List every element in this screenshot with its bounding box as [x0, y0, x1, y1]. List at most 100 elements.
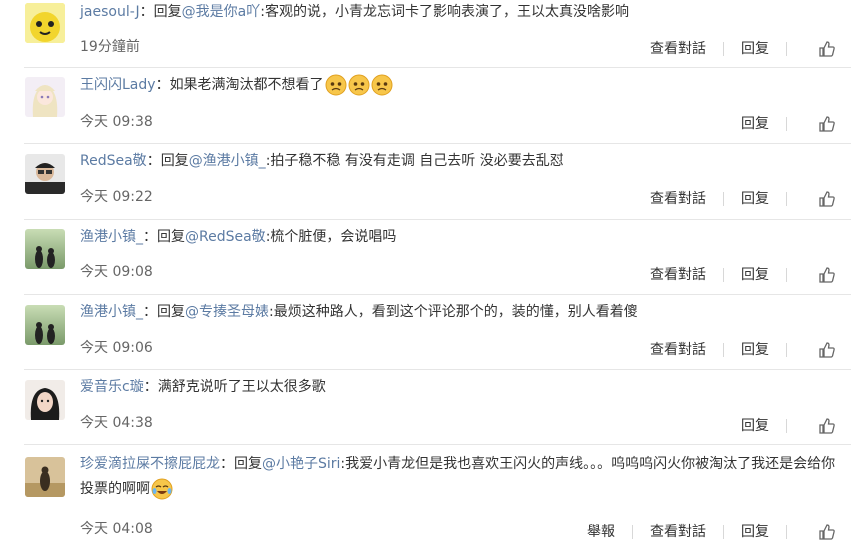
comment-username[interactable]: 渔港小镇_ [80, 304, 143, 320]
avatar[interactable] [25, 305, 65, 345]
comment-body: :客观的说，小青龙忘词卡了影响表演了，王以太真没啥影响 [260, 4, 629, 20]
comment-username[interactable]: 爱音乐c璇 [80, 379, 144, 395]
reply-word: 回复 [160, 153, 189, 169]
avatar[interactable] [25, 77, 65, 117]
comment-username[interactable]: 王闪闪Lady [80, 77, 156, 93]
reply-button[interactable]: 回复 [741, 265, 769, 285]
mention-link[interactable]: @我是你a吖 [182, 4, 261, 20]
reply-word: 回复 [157, 304, 185, 320]
divider [24, 444, 851, 445]
thumbs-up-icon[interactable] [818, 417, 836, 435]
divider [723, 42, 724, 56]
colon: ： [155, 77, 170, 93]
comment-text: 渔港小镇_：回复@专揍圣母婊:最烦这种路人，看到这个评论那个的，装的懂，别人看着… [80, 300, 850, 325]
colon: ： [143, 379, 158, 395]
thumbs-up-icon[interactable] [818, 341, 836, 359]
avatar[interactable] [25, 3, 65, 43]
thumbs-up-icon[interactable] [818, 523, 836, 541]
comment-item: 爱音乐c璇：满舒克说听了王以太很多歌 今天 04:38 回复 [0, 369, 865, 444]
divider [786, 343, 787, 357]
divider [24, 67, 851, 68]
reply-button[interactable]: 回复 [741, 189, 769, 209]
comment-actions: 回复 [741, 113, 836, 135]
comment-username[interactable]: 渔港小镇_ [80, 229, 143, 245]
mention-link[interactable]: @专揍圣母婊 [185, 304, 269, 320]
thumbs-up-icon[interactable] [818, 266, 836, 284]
colon: ： [220, 456, 234, 472]
mention-link[interactable]: @小艳子Siri [262, 456, 340, 472]
comment-time: 今天 09:08 [80, 264, 153, 280]
comment-body: :梳个脏便，会说唱吗 [265, 229, 397, 245]
comment-text: RedSea敬：回复@渔港小镇_:拍子稳不稳 有没有走调 自己去听 没必要去乱怼 [80, 149, 850, 174]
divider [786, 525, 787, 539]
crying-laughing-emoji [151, 478, 173, 500]
divider [723, 525, 724, 539]
thumbs-up-icon[interactable] [818, 115, 836, 133]
comment-item: jaesoul-J：回复@我是你a吖:客观的说，小青龙忘词卡了影响表演了，王以太… [0, 0, 865, 67]
comment-username[interactable]: 珍爱滴拉屎不擦屁屁龙 [80, 456, 220, 472]
comment-time: 今天 09:22 [80, 189, 153, 205]
colon: ： [143, 229, 157, 245]
avatar[interactable] [25, 229, 65, 269]
divider [723, 268, 724, 282]
reply-button[interactable]: 回复 [741, 39, 769, 59]
comment-list: jaesoul-J：回复@我是你a吖:客观的说，小青龙忘词卡了影响表演了，王以太… [0, 0, 865, 541]
comment-item: 渔港小镇_：回复@专揍圣母婊:最烦这种路人，看到这个评论那个的，装的懂，别人看着… [0, 294, 865, 369]
divider [786, 117, 787, 131]
thumbs-up-icon[interactable] [818, 190, 836, 208]
comment-item: RedSea敬：回复@渔港小镇_:拍子稳不稳 有没有走调 自己去听 没必要去乱怼… [0, 143, 865, 219]
view-conversation-button[interactable]: 查看對話 [650, 39, 706, 59]
comment-time: 今天 04:08 [80, 521, 153, 537]
sad-face-emoji [325, 74, 347, 96]
comment-username[interactable]: RedSea敬 [80, 153, 147, 169]
avatar[interactable] [25, 154, 65, 194]
comment-username[interactable]: jaesoul-J [80, 4, 140, 20]
comment-text: 爱音乐c璇：满舒克说听了王以太很多歌 [80, 375, 850, 400]
comment-time: 今天 04:38 [80, 415, 153, 431]
comment-text: 王闪闪Lady：如果老满淘汰都不想看了 [80, 73, 850, 98]
comment-text: 珍爱滴拉屎不擦屁屁龙：回复@小艳子Siri:我爱小青龙但是我也喜欢王闪火的声线。… [80, 452, 840, 502]
sad-face-emoji [371, 74, 393, 96]
comment-item: 渔港小镇_：回复@RedSea敬:梳个脏便，会说唱吗 今天 09:08 查看對話… [0, 219, 865, 294]
divider [24, 219, 851, 220]
divider [723, 343, 724, 357]
view-conversation-button[interactable]: 查看對話 [650, 340, 706, 360]
mention-link[interactable]: @RedSea敬 [185, 229, 266, 245]
divider [786, 419, 787, 433]
divider [24, 294, 851, 295]
comment-body: :拍子稳不稳 有没有走调 自己去听 没必要去乱怼 [265, 153, 564, 169]
comment-time: 19分鐘前 [80, 39, 140, 55]
comment-time: 今天 09:06 [80, 340, 153, 356]
divider [24, 369, 851, 370]
reply-button[interactable]: 回复 [741, 340, 769, 360]
divider [786, 268, 787, 282]
comment-text: jaesoul-J：回复@我是你a吖:客观的说，小青龙忘词卡了影响表演了，王以太… [80, 0, 850, 25]
divider [786, 192, 787, 206]
comment-actions: 舉報 查看對話 回复 [587, 521, 836, 543]
divider [786, 42, 787, 56]
reply-button[interactable]: 回复 [741, 416, 769, 436]
sad-face-emoji [348, 74, 370, 96]
comment-text: 渔港小镇_：回复@RedSea敬:梳个脏便，会说唱吗 [80, 225, 850, 250]
divider [24, 143, 851, 144]
comment-item: 王闪闪Lady：如果老满淘汰都不想看了 今天 09:38 回复 [0, 67, 865, 143]
view-conversation-button[interactable]: 查看對話 [650, 522, 706, 542]
comment-time: 今天 09:38 [80, 114, 153, 130]
comment-actions: 回复 [741, 415, 836, 437]
colon: ： [143, 304, 157, 320]
comment-actions: 查看對話 回复 [650, 264, 836, 286]
comment-item: 珍爱滴拉屎不擦屁屁龙：回复@小艳子Siri:我爱小青龙但是我也喜欢王闪火的声线。… [0, 444, 865, 541]
view-conversation-button[interactable]: 查看對話 [650, 189, 706, 209]
view-conversation-button[interactable]: 查看對話 [650, 265, 706, 285]
avatar[interactable] [25, 457, 65, 497]
reply-button[interactable]: 回复 [741, 114, 769, 134]
mention-link[interactable]: @渔港小镇_ [189, 153, 266, 169]
thumbs-up-icon[interactable] [818, 40, 836, 58]
report-button[interactable]: 舉報 [587, 522, 615, 542]
avatar[interactable] [25, 380, 65, 420]
comment-actions: 查看對話 回复 [650, 339, 836, 361]
reply-button[interactable]: 回复 [741, 522, 769, 542]
divider [723, 192, 724, 206]
divider [632, 525, 633, 539]
comment-actions: 查看對話 回复 [650, 188, 836, 210]
